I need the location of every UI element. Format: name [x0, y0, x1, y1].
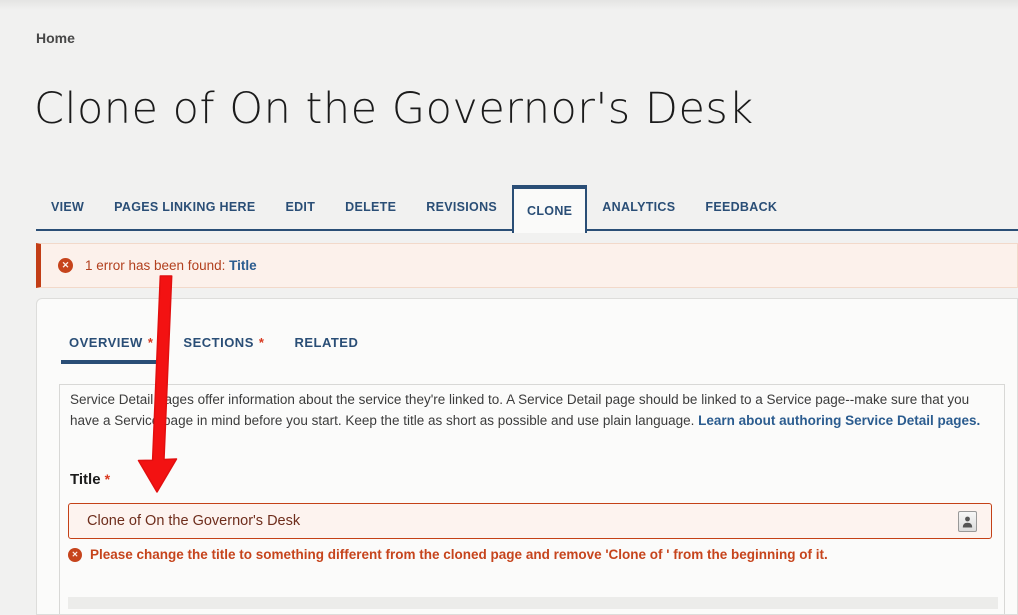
form-description: Service Detail pages offer information a…	[70, 389, 1002, 431]
error-x-circle-icon: ✕	[58, 258, 73, 273]
tab-related[interactable]: RELATED	[286, 331, 366, 364]
tab-pages-linking-here[interactable]: PAGES LINKING HERE	[99, 185, 270, 229]
title-field-label: Title *	[70, 471, 110, 488]
tab-delete[interactable]: DELETE	[330, 185, 411, 229]
page-title: Clone of On the Governor's Desk	[34, 84, 754, 134]
tab-view[interactable]: VIEW	[36, 185, 99, 229]
next-field-bar	[68, 597, 998, 609]
tab-overview-label: OVERVIEW	[69, 335, 143, 350]
primary-tab-bar: VIEW PAGES LINKING HERE EDIT DELETE REVI…	[36, 185, 1018, 233]
title-field-error: ✕ Please change the title to something d…	[68, 547, 828, 562]
title-input[interactable]	[68, 503, 992, 539]
content-panel: OVERVIEW * SECTIONS * RELATED Service Deta…	[36, 298, 1018, 615]
tab-feedback[interactable]: FEEDBACK	[690, 185, 792, 229]
error-x-circle-icon: ✕	[68, 547, 82, 562]
title-label-text: Title	[70, 471, 101, 488]
person-card-glyph	[962, 516, 973, 527]
required-asterisk: *	[104, 471, 111, 487]
alert-message: 1 error has been found: Title	[85, 258, 257, 273]
window-top-edge	[0, 0, 1018, 10]
autofill-contact-icon[interactable]	[958, 511, 977, 532]
tab-revisions[interactable]: REVISIONS	[411, 185, 512, 229]
tab-sections-label: SECTIONS	[183, 335, 254, 350]
tab-sections[interactable]: SECTIONS *	[175, 331, 272, 364]
alert-title-link[interactable]: Title	[229, 258, 257, 273]
tab-analytics[interactable]: ANALYTICS	[587, 185, 690, 229]
tab-edit[interactable]: EDIT	[270, 185, 330, 229]
authoring-help-link[interactable]: Learn about authoring Service Detail pag…	[698, 413, 980, 428]
title-error-text: Please change the title to something dif…	[90, 547, 828, 562]
required-asterisk: *	[258, 335, 265, 350]
tab-overview[interactable]: OVERVIEW *	[61, 331, 162, 364]
error-alert-banner: ✕ 1 error has been found: Title	[36, 243, 1018, 288]
breadcrumb-home-link[interactable]: Home	[36, 30, 75, 46]
alert-message-text: 1 error has been found:	[85, 258, 226, 273]
tab-related-label: RELATED	[294, 335, 359, 350]
overview-fieldset: Service Detail pages offer information a…	[59, 384, 1005, 614]
tab-clone[interactable]: CLONE	[512, 185, 588, 233]
required-asterisk: *	[147, 335, 154, 350]
form-tab-bar: OVERVIEW * SECTIONS * RELATED	[61, 331, 380, 364]
